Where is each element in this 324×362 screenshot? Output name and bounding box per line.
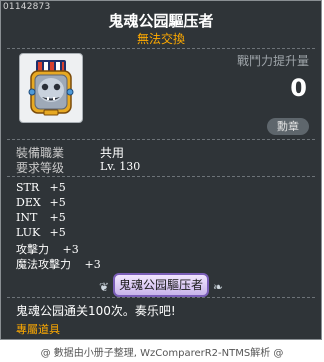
- medal-badge: ❦ 鬼魂公园驅压者 ❧: [99, 273, 223, 297]
- stat-name: 攻擊力: [16, 243, 49, 256]
- item-name: 鬼魂公园驅压者: [108, 12, 214, 30]
- item-description: 鬼魂公园通关100次。奏乐吧!: [16, 304, 176, 318]
- stat-name: STR: [16, 181, 40, 194]
- divider: [7, 48, 315, 49]
- stat-row: 攻擊力 +3: [16, 241, 79, 257]
- trade-status: 無法交換: [136, 32, 185, 46]
- stat-row: INT +5: [16, 211, 66, 224]
- item-icon-frame: [19, 53, 83, 123]
- divider: [7, 139, 315, 140]
- job-value: 共用: [100, 146, 125, 160]
- stat-value: +5: [49, 226, 66, 239]
- medal-compare-button[interactable]: 勳章: [267, 118, 309, 135]
- wing-left-icon: ❦: [98, 280, 110, 294]
- divider: [7, 297, 315, 298]
- medal-label: 鬼魂公园驅压者: [118, 278, 203, 292]
- stat-row: LUK +5: [16, 226, 66, 239]
- stat-row: DEX +5: [16, 196, 66, 209]
- wing-right-icon: ❧: [212, 280, 223, 294]
- footer-credit: @ 數据由小册子整理, WzComparerR2-NTMS解析 @: [40, 348, 284, 359]
- stat-row: STR +5: [16, 181, 66, 194]
- combat-power-label: 戰鬥力提升量: [236, 54, 309, 68]
- stat-name: LUK: [16, 226, 41, 239]
- stat-value: +5: [49, 211, 66, 224]
- stat-name: 魔法攻擊力: [16, 258, 71, 271]
- level-label: 要求等级: [16, 161, 65, 175]
- stat-value: +3: [84, 258, 101, 271]
- stat-value: +3: [62, 243, 79, 256]
- stat-row: 魔法攻擊力 +3: [16, 256, 101, 272]
- stat-name: DEX: [16, 196, 41, 209]
- item-category: 專屬道具: [16, 323, 60, 336]
- stat-value: +5: [49, 196, 66, 209]
- combat-power-value: 0: [290, 74, 307, 102]
- stat-name: INT: [16, 211, 38, 224]
- divider: [7, 176, 315, 177]
- item-tooltip: 01142873 鬼魂公园驅压者 無法交換 戰鬥力提升量 0 勳章 裝備職業 共…: [0, 0, 322, 340]
- ghost-medal-icon: [28, 60, 74, 116]
- medal-banner: ❦ 鬼魂公园驅压者 ❧: [1, 273, 321, 297]
- stat-value: +5: [49, 181, 66, 194]
- level-value: Lv. 130: [100, 160, 141, 173]
